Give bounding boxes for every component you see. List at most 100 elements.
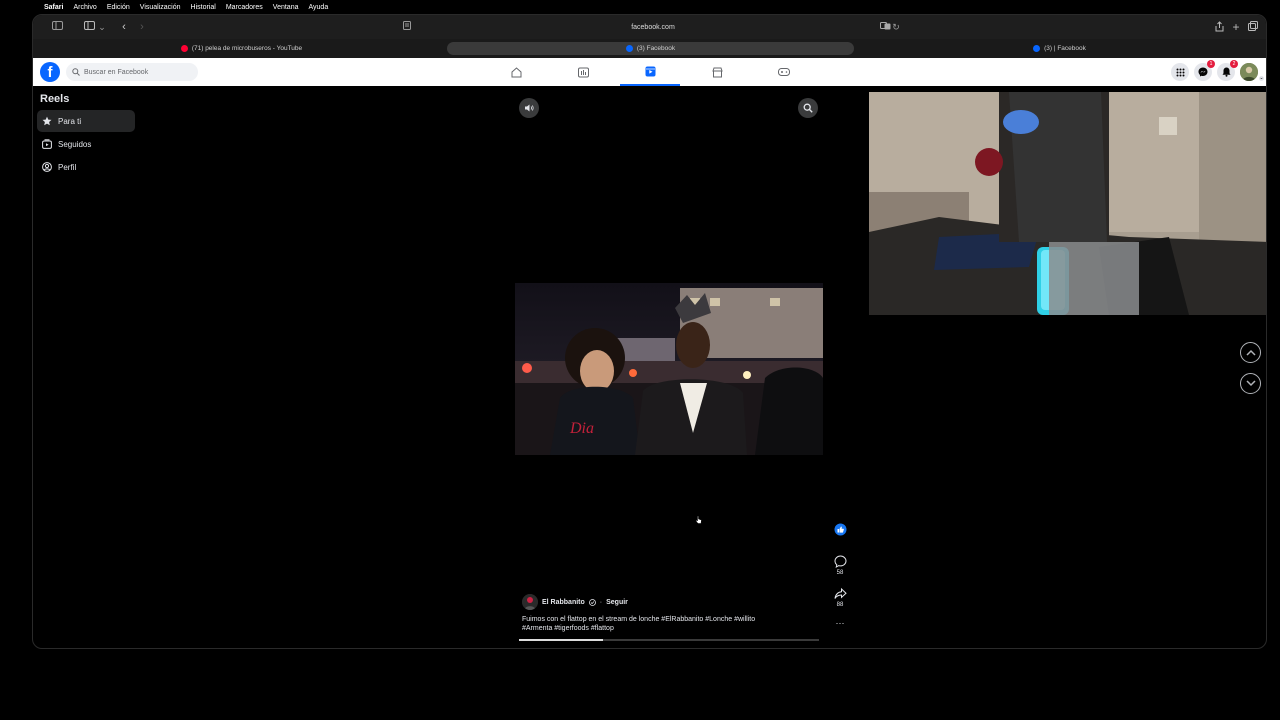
- home-icon: [511, 66, 521, 77]
- comment-count: 58: [836, 570, 844, 576]
- tab-youtube[interactable]: (71) pelea de microbuseros - YouTube: [39, 42, 444, 55]
- gaming-icon: [778, 68, 790, 76]
- menu-visualizacion[interactable]: Visualización: [140, 4, 181, 11]
- facebook-header: f Buscar en Facebook 1 2 ⌄: [33, 58, 1266, 86]
- tab-label: (3) | Facebook: [1044, 45, 1086, 52]
- chevron-up-icon: [1245, 349, 1256, 356]
- sidebar-item-seguidos[interactable]: Seguidos: [37, 133, 135, 155]
- like-icon: [834, 523, 846, 536]
- share-arrow-icon: [834, 587, 847, 599]
- share-count: 88: [836, 602, 844, 608]
- author-avatar[interactable]: [522, 594, 538, 610]
- following-icon: [42, 139, 52, 149]
- search-icon: [803, 103, 813, 113]
- address-text: facebook.com: [631, 24, 675, 31]
- next-reel-button[interactable]: [1240, 373, 1261, 394]
- new-tab-icon[interactable]: +: [1230, 21, 1242, 33]
- tabs-grid-icon[interactable]: [1247, 21, 1259, 33]
- menu-edicion[interactable]: Edición: [107, 4, 130, 11]
- avatar-icon: [1240, 63, 1258, 81]
- mouse-cursor-icon: [695, 511, 702, 529]
- tab-bar: (71) pelea de microbuseros - YouTube (3)…: [33, 39, 1266, 58]
- tab-facebook-active[interactable]: (3) Facebook: [447, 42, 854, 55]
- search-placeholder: Buscar en Facebook: [84, 68, 149, 76]
- more-icon: ···: [835, 618, 845, 628]
- menu-historial[interactable]: Historial: [191, 4, 216, 11]
- reel-progress-bar[interactable]: [519, 639, 819, 641]
- share-button[interactable]: 88: [830, 587, 850, 608]
- nav-video[interactable]: [553, 58, 613, 86]
- author-avatar-icon: [522, 594, 538, 610]
- sidebar-toggle-icon[interactable]: [51, 21, 63, 33]
- sidebar-item-label: Seguidos: [58, 139, 92, 149]
- reel-video[interactable]: Dia: [515, 283, 823, 455]
- tab-label: (71) pelea de microbuseros - YouTube: [191, 45, 303, 52]
- sidebar-item-label: Para ti: [58, 116, 82, 126]
- search-icon: [72, 68, 80, 76]
- mute-button[interactable]: [519, 98, 539, 118]
- volume-icon: [525, 104, 534, 112]
- forward-icon[interactable]: ›: [136, 21, 148, 33]
- tab-overview-icon[interactable]: [83, 21, 95, 33]
- profile-icon: [42, 162, 52, 172]
- reel-progress-fill: [519, 639, 603, 641]
- reel-author: El Rabbanito · Seguir: [522, 594, 628, 610]
- chevron-down-icon[interactable]: ⌄: [96, 21, 108, 33]
- nav-reels[interactable]: [620, 58, 680, 86]
- facebook-favicon-icon: [625, 45, 633, 52]
- menu-ayuda[interactable]: Ayuda: [308, 4, 328, 11]
- reel-video-frame: Dia: [515, 283, 823, 455]
- messenger-button[interactable]: 1: [1194, 60, 1215, 81]
- menu-ventana[interactable]: Ventana: [273, 4, 299, 11]
- sidebar-item-perfil[interactable]: Perfil: [37, 156, 135, 178]
- share-icon[interactable]: [1213, 21, 1225, 33]
- address-bar[interactable]: facebook.com: [403, 20, 903, 35]
- svg-text:Dia: Dia: [569, 420, 594, 437]
- sidebar-title: Reels: [40, 93, 70, 105]
- tab-label: (3) Facebook: [636, 45, 676, 52]
- safari-window: ⌄ ‹ › facebook.com ↻ + (71) pelea de mic…: [32, 14, 1267, 649]
- sidebar-item-para-ti[interactable]: Para ti: [37, 110, 135, 132]
- reload-icon[interactable]: ↻: [890, 21, 902, 33]
- nav-home[interactable]: [486, 58, 546, 86]
- notifications-button[interactable]: 2: [1217, 60, 1238, 81]
- reels-icon: [645, 66, 655, 76]
- facebook-favicon-icon: [1033, 45, 1041, 52]
- pip-video-frame: [869, 92, 1266, 315]
- bell-icon: [1222, 67, 1230, 77]
- comment-button[interactable]: 58: [830, 555, 850, 576]
- verified-icon: [588, 598, 596, 606]
- youtube-favicon-icon: [180, 45, 188, 52]
- more-options-button[interactable]: ···: [830, 619, 850, 628]
- caption-line-1: Fuimos con el flattop en el stream de lo…: [522, 616, 756, 623]
- video-icon: [577, 67, 589, 77]
- author-separator: ·: [599, 598, 603, 606]
- follow-button[interactable]: Seguir: [606, 599, 628, 606]
- facebook-logo-icon[interactable]: f: [40, 62, 60, 82]
- reel-caption: Fuimos con el flattop en el stream de lo…: [522, 615, 812, 633]
- like-button[interactable]: [830, 523, 850, 538]
- back-icon[interactable]: ‹: [118, 21, 130, 33]
- caption-line-2: #Armenta #tigerfoods #flattop: [522, 625, 614, 632]
- sidebar-item-label: Perfil: [58, 162, 77, 172]
- search-input[interactable]: Buscar en Facebook: [66, 63, 198, 81]
- picture-in-picture-video[interactable]: [869, 92, 1266, 315]
- notification-badge: 2: [1230, 60, 1238, 68]
- apps-grid-icon: [1176, 68, 1184, 76]
- nav-gaming[interactable]: [754, 58, 814, 86]
- comment-icon: [833, 555, 847, 568]
- page-icon: [401, 21, 413, 33]
- author-name[interactable]: El Rabbanito: [542, 599, 585, 606]
- menu-marcadores[interactable]: Marcadores: [226, 4, 263, 11]
- nav-marketplace[interactable]: [687, 58, 747, 86]
- reel-search-button[interactable]: [798, 98, 818, 118]
- menu-button[interactable]: [1171, 63, 1189, 81]
- menu-archivo[interactable]: Archivo: [73, 4, 96, 11]
- account-chevron-icon[interactable]: ⌄: [1258, 75, 1265, 82]
- profile-avatar[interactable]: [1240, 63, 1258, 81]
- menu-safari[interactable]: Safari: [44, 4, 63, 11]
- previous-reel-button[interactable]: [1240, 342, 1261, 363]
- tab-facebook-2[interactable]: (3) | Facebook: [857, 42, 1262, 55]
- messenger-badge: 1: [1207, 60, 1215, 68]
- browser-toolbar: ⌄ ‹ › facebook.com ↻ +: [33, 15, 1266, 39]
